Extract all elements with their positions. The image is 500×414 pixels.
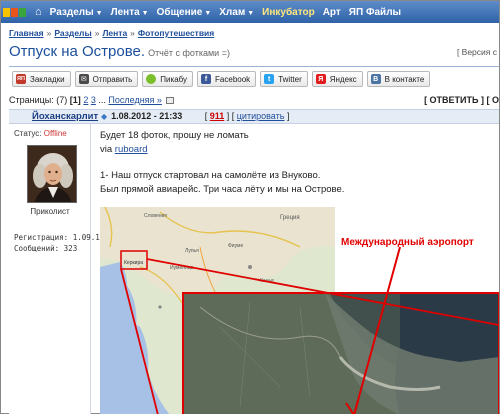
airport-annotation: Международный аэропорт: [341, 237, 474, 248]
svg-text:Лупья: Лупья: [185, 248, 199, 254]
breadcrumb-sections[interactable]: Разделы: [54, 28, 91, 38]
top-nav: ⌂ Разделы ▼ Лента ▼ Общение ▼ Хлам ▼ Инкубат…: [1, 1, 499, 23]
breadcrumb-home[interactable]: Главная: [9, 28, 44, 38]
post-number[interactable]: 911: [210, 111, 225, 121]
avatar[interactable]: [27, 145, 77, 203]
share-yandex-button[interactable]: Я Яндекс: [311, 71, 363, 87]
share-bar: ЯП Закладки ✉ Отправить Пикабу f Facebook t…: [12, 71, 431, 87]
breadcrumb: Главная» Разделы» Лента» Фотопутешествия: [9, 28, 215, 38]
nav-item-khlam[interactable]: Хлам ▼: [219, 7, 254, 18]
twitter-icon: t: [264, 74, 275, 84]
post-line: Был прямой авиарейс. Три часа лёту и мы …: [100, 183, 345, 195]
nav-item-inkubator[interactable]: Инкубатор: [262, 7, 315, 18]
page-current: [1]: [69, 95, 81, 105]
post-date: 1.08.2012 - 21:33: [111, 111, 183, 121]
site-logo[interactable]: [3, 3, 33, 21]
chevron-down-icon: ▼: [204, 9, 212, 17]
svg-text:Словения: Словения: [144, 213, 167, 219]
facebook-icon: f: [201, 74, 212, 84]
yaplakal-icon: ЯП: [16, 74, 26, 84]
breadcrumb-phototravel[interactable]: Фотопутешествия: [138, 28, 214, 38]
mail-icon: ✉: [78, 74, 89, 84]
page-link-2[interactable]: 2: [83, 95, 88, 105]
svg-text:Греция: Греция: [280, 215, 300, 221]
pagination: Страницы: (7) [1] 2 3 ... Последняя »: [9, 95, 174, 105]
post-meta: ◆ 1.08.2012 - 21:33 [ 911 ] [ цитировать …: [101, 111, 290, 121]
post-icon: ◆: [101, 112, 108, 121]
svg-text:Фиуме: Фиуме: [228, 243, 243, 249]
via-link[interactable]: ruboard: [115, 144, 148, 155]
share-facebook-button[interactable]: f Facebook: [197, 71, 257, 87]
nav-item-files[interactable]: ЯП Файлы: [349, 7, 401, 18]
share-twitter-button[interactable]: t Twitter: [260, 71, 308, 87]
quote-link[interactable]: цитировать: [237, 111, 285, 121]
page-link-last[interactable]: Последняя »: [108, 95, 162, 105]
nav-item-art[interactable]: Арт: [323, 7, 341, 18]
post-body: Будет 18 фоток, прошу не ломать via rubo…: [100, 129, 344, 196]
page-link-3[interactable]: 3: [91, 95, 96, 105]
nav-item-razdely[interactable]: Разделы ▼: [50, 7, 103, 18]
page-subtitle: Отчёт с фотками =): [148, 48, 230, 58]
share-vk-button[interactable]: BВ контакте: [366, 71, 431, 87]
topic-header: Отпуск на Острове. Отчёт с фотками =) [ В…: [9, 43, 499, 65]
breadcrumb-feed[interactable]: Лента: [102, 28, 127, 38]
nav-item-obshchenie[interactable]: Общение ▼: [157, 7, 212, 18]
author-panel: Статус: Offline Приколист Регистрация: 1…: [9, 124, 104, 414]
version-link[interactable]: [ Версия с: [457, 47, 497, 57]
author-name[interactable]: Йоханскарлит: [32, 111, 98, 122]
author-status: Статус: Offline: [14, 129, 67, 138]
nav-item-lenta[interactable]: Лента ▼: [111, 7, 149, 18]
yandex-icon: Я: [315, 74, 326, 84]
post-header: Йоханскарлит ◆ 1.08.2012 - 21:33 [ 911 ] …: [9, 109, 499, 124]
vk-icon: B: [370, 74, 381, 84]
page-title: Отпуск на Острове.: [9, 43, 146, 60]
share-pikabu-button[interactable]: Пикабу: [142, 71, 194, 87]
author-rank: Приколист: [30, 207, 70, 216]
post-line: 1- Наш отпуск стартовал на самолёте из В…: [100, 170, 321, 181]
post-via: via ruboard: [100, 143, 148, 155]
divider: [9, 66, 499, 67]
svg-text:Керкира: Керкира: [124, 260, 143, 266]
page-jump-icon[interactable]: [165, 97, 174, 105]
chevron-down-icon: ▼: [141, 9, 149, 17]
pikabu-icon: [146, 74, 157, 84]
post-line: Будет 18 фоток, прошу не ломать: [100, 130, 249, 141]
chevron-down-icon: ▼: [95, 9, 103, 17]
reply-button[interactable]: [ ОТВЕТИТЬ ] [ О: [424, 95, 499, 105]
share-send-button[interactable]: ✉ Отправить: [74, 71, 139, 87]
home-icon[interactable]: ⌂: [35, 6, 42, 18]
chevron-down-icon: ▼: [247, 9, 255, 17]
author-stats: Регистрация: 1.09.11 Сообщений: 323: [14, 233, 105, 253]
share-bookmarks-button[interactable]: ЯП Закладки: [12, 71, 71, 87]
